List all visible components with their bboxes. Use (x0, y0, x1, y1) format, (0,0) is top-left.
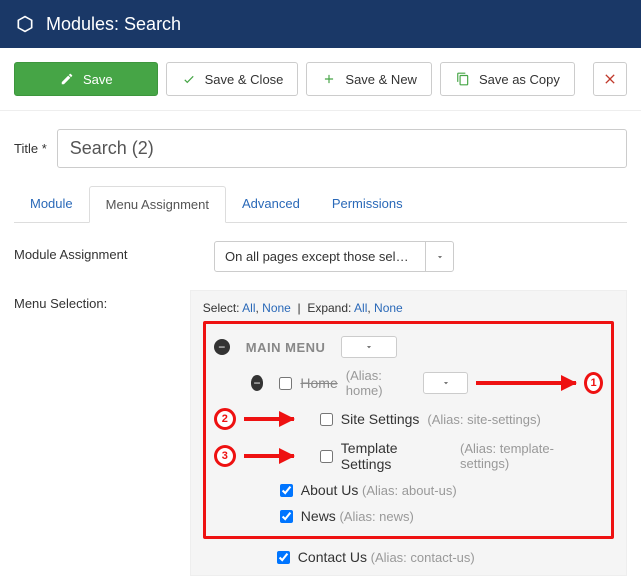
tab-permissions[interactable]: Permissions (316, 186, 419, 222)
item-label: Home (300, 375, 337, 391)
item-label: About Us (301, 482, 359, 498)
select-all-link[interactable]: All (242, 301, 255, 315)
annotation-arrow-icon (476, 381, 576, 385)
menu-label: MAIN MENU (246, 340, 326, 355)
tree-row-template-settings: 3 Template Settings (Alias: template-set… (214, 440, 603, 472)
selection-label: Menu Selection: (14, 290, 190, 311)
tab-menu-assignment[interactable]: Menu Assignment (89, 186, 226, 223)
check-icon (181, 71, 197, 87)
tab-advanced[interactable]: Advanced (226, 186, 316, 222)
annotation-marker-1: 1 (584, 372, 603, 394)
toolbar: Save Save & Close Save & New Save as Cop… (0, 48, 641, 111)
plus-icon (321, 71, 337, 87)
selection-row: Menu Selection: Select: All, None | Expa… (0, 272, 641, 576)
expand-none-link[interactable]: None (374, 301, 403, 315)
assignment-dropdown[interactable]: On all pages except those selec.. (214, 241, 454, 272)
item-label: Contact Us (298, 549, 367, 565)
expand-label: Expand: (307, 301, 351, 315)
selection-panel: Select: All, None | Expand: All, None − … (190, 290, 627, 576)
item-alias: (Alias: template-settings) (460, 441, 603, 471)
annotation-arrow-icon (244, 454, 294, 458)
save-button[interactable]: Save (14, 62, 158, 96)
expand-all-link[interactable]: All (354, 301, 367, 315)
close-icon (602, 71, 618, 87)
save-label: Save (83, 72, 113, 87)
item-label: Template Settings (341, 440, 452, 472)
menu-dropdown[interactable] (341, 336, 397, 358)
save-copy-button[interactable]: Save as Copy (440, 62, 575, 96)
assignment-label: Module Assignment (14, 241, 214, 262)
item-checkbox-contact-us[interactable] (277, 551, 290, 564)
item-checkbox-news[interactable] (280, 510, 293, 523)
item-label: News (301, 508, 336, 524)
save-new-button[interactable]: Save & New (306, 62, 432, 96)
module-icon (14, 13, 36, 35)
annotation-arrow-icon (244, 417, 294, 421)
chevron-down-icon (441, 378, 451, 388)
tree-row-contact-us: Contact Us (Alias: contact-us) (203, 549, 614, 565)
item-dropdown[interactable] (423, 372, 468, 394)
tree-row-home: − Home (Alias: home) 1 (214, 368, 603, 398)
tree-row-news: News (Alias: news) (214, 508, 603, 524)
annotation-marker-2: 2 (214, 408, 236, 430)
save-close-button[interactable]: Save & Close (166, 62, 299, 96)
cancel-button[interactable] (593, 62, 627, 96)
assignment-row: Module Assignment On all pages except th… (0, 223, 641, 272)
topbar: Modules: Search (0, 0, 641, 48)
tree-row-about-us: About Us (Alias: about-us) (214, 482, 603, 498)
save-new-label: Save & New (345, 72, 417, 87)
apply-icon (59, 71, 75, 87)
menu-header-row: − MAIN MENU (214, 336, 603, 358)
copy-icon (455, 71, 471, 87)
collapse-toggle[interactable]: − (251, 375, 264, 391)
chevron-down-icon (364, 342, 374, 352)
title-input[interactable] (57, 129, 627, 168)
selection-header: Select: All, None | Expand: All, None (203, 301, 614, 315)
tab-module[interactable]: Module (14, 186, 89, 222)
item-checkbox-about-us[interactable] (280, 484, 293, 497)
title-row: Title * (0, 111, 641, 168)
item-alias: (Alias: contact-us) (371, 550, 475, 565)
assignment-value: On all pages except those selec.. (215, 242, 425, 271)
annotation-box: − MAIN MENU − Home (Alias: home) 1 (203, 321, 614, 539)
tree-row-site-settings: 2 Site Settings (Alias: site-settings) (214, 408, 603, 430)
select-label: Select: (203, 301, 240, 315)
title-label: Title * (14, 141, 47, 156)
collapse-toggle[interactable]: − (214, 339, 230, 355)
item-checkbox-template-settings[interactable] (320, 450, 333, 463)
save-copy-label: Save as Copy (479, 72, 560, 87)
item-alias: (Alias: news) (339, 509, 413, 524)
item-checkbox-home[interactable] (279, 377, 292, 390)
select-none-link[interactable]: None (262, 301, 291, 315)
item-label: Site Settings (341, 411, 420, 427)
page-title: Modules: Search (46, 14, 181, 35)
item-alias: (Alias: home) (346, 368, 407, 398)
item-alias: (Alias: about-us) (362, 483, 457, 498)
save-close-label: Save & Close (205, 72, 284, 87)
item-alias: (Alias: site-settings) (427, 412, 540, 427)
annotation-marker-3: 3 (214, 445, 236, 467)
tabs: Module Menu Assignment Advanced Permissi… (14, 186, 627, 223)
chevron-down-icon (425, 242, 453, 271)
item-checkbox-site-settings[interactable] (320, 413, 333, 426)
